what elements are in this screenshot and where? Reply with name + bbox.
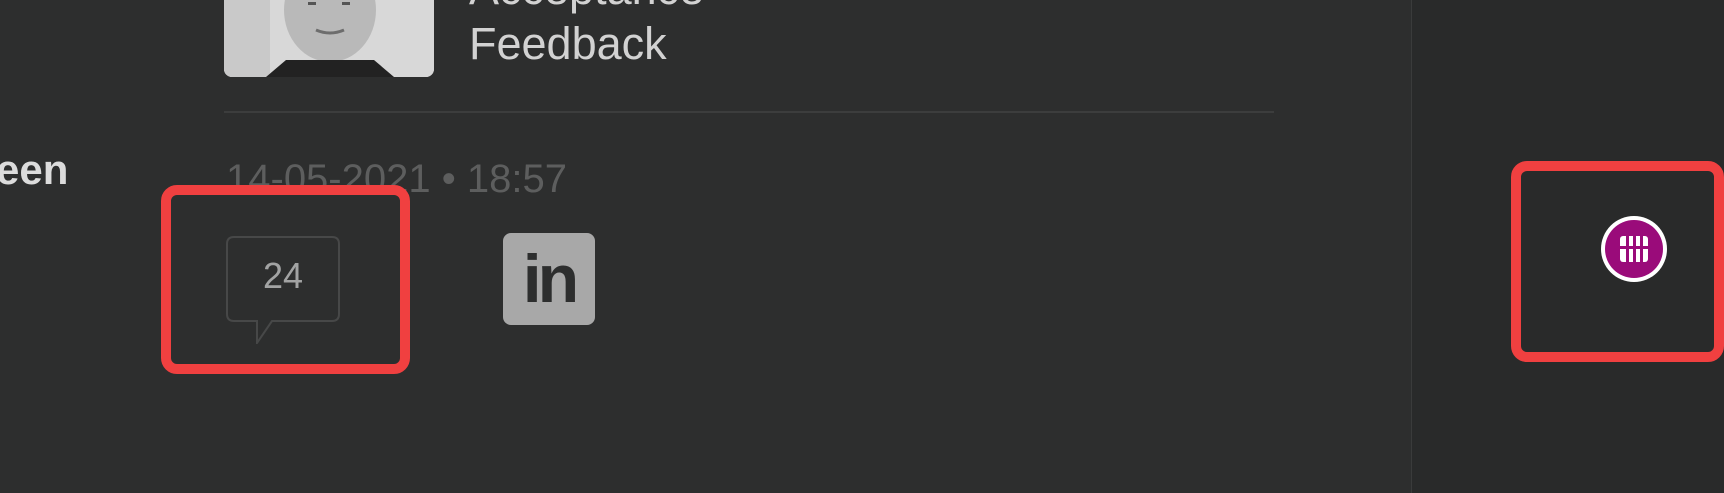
highlight-box-comment xyxy=(161,185,410,374)
chat-widget-button[interactable] xyxy=(1601,216,1667,282)
post-title-partial[interactable]: Acceptance xyxy=(469,0,704,14)
linkedin-icon: in xyxy=(522,241,579,317)
author-avatar xyxy=(224,0,434,77)
sidebar-partial-label[interactable]: een xyxy=(0,145,68,195)
chat-widget-icon xyxy=(1620,236,1648,262)
divider xyxy=(224,111,1274,113)
linkedin-share-button[interactable]: in xyxy=(503,233,595,325)
post-title[interactable]: Feedback xyxy=(469,16,667,72)
